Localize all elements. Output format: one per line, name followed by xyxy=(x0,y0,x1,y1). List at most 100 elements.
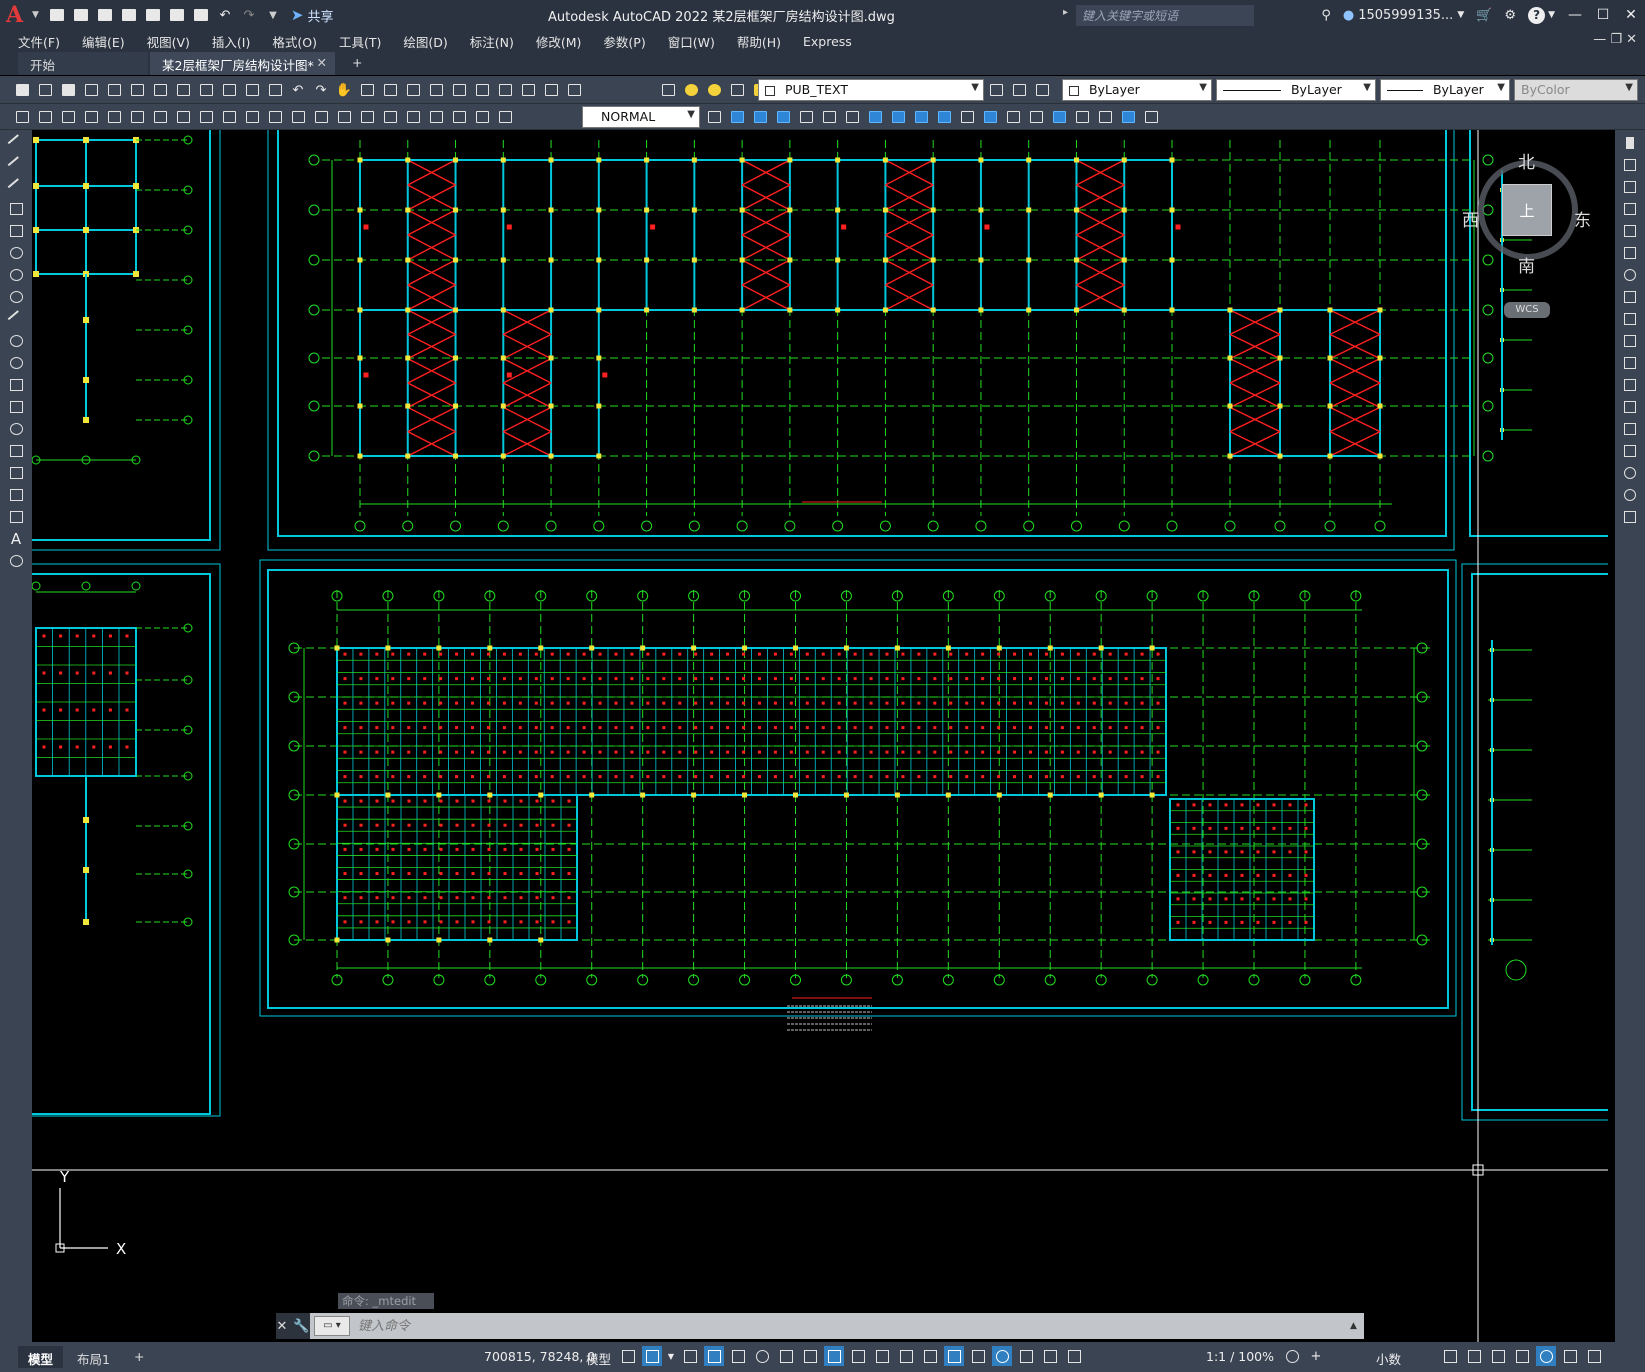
design-center-icon[interactable] xyxy=(449,80,469,100)
snap-caret-icon[interactable]: ▼ xyxy=(666,1346,676,1366)
rectangle-icon[interactable] xyxy=(6,222,26,240)
redo-tb-icon[interactable]: ↷ xyxy=(311,80,331,100)
calculator-icon[interactable] xyxy=(541,80,561,100)
model-space-toggle[interactable]: 模型 xyxy=(586,1349,611,1368)
tab-layout1[interactable]: 布局1 xyxy=(67,1346,120,1368)
search-input[interactable]: 键入关键字或短语 xyxy=(1076,5,1254,26)
menu-draw[interactable]: 绘图(D) xyxy=(403,32,447,51)
tab-model[interactable]: 模型 xyxy=(18,1346,64,1368)
tab-document[interactable]: 某2层框架厂房结构设计图* ✕ xyxy=(150,52,335,75)
undo-tb-icon[interactable]: ↶ xyxy=(288,80,308,100)
rotate-icon[interactable] xyxy=(819,107,839,127)
print-icon[interactable] xyxy=(191,6,211,24)
dim-break-icon[interactable] xyxy=(334,107,354,127)
command-grip[interactable]: ✕ 🔧 xyxy=(276,1313,310,1339)
viewcube[interactable]: 上 北 南 西 东 WCS xyxy=(1462,148,1591,318)
dim-arc-icon[interactable] xyxy=(104,107,124,127)
search-expand-icon[interactable]: ▸ xyxy=(1063,7,1068,18)
join-icon[interactable] xyxy=(980,107,1000,127)
explode-icon[interactable] xyxy=(1072,107,1092,127)
hatch-icon[interactable] xyxy=(6,442,26,460)
make-current-icon[interactable] xyxy=(986,80,1006,100)
zoom-window-icon[interactable] xyxy=(380,80,400,100)
dim-style-icon[interactable] xyxy=(704,107,724,127)
dim-baseline-icon[interactable] xyxy=(265,107,285,127)
close-icon[interactable]: ✕ xyxy=(1617,7,1645,23)
explode-modify-icon[interactable] xyxy=(1621,508,1639,526)
zoom-realtime-icon[interactable] xyxy=(357,80,377,100)
jogged-linear-icon[interactable] xyxy=(426,107,446,127)
layer-states-icon[interactable] xyxy=(1032,80,1052,100)
tool-palettes-icon[interactable] xyxy=(472,80,492,100)
redo-icon[interactable]: ↷ xyxy=(239,6,259,24)
new-tab-button[interactable]: + xyxy=(340,52,374,75)
open-web-icon[interactable] xyxy=(143,6,163,24)
mirror-modify-icon[interactable] xyxy=(1621,178,1639,196)
app-menu-caret-icon[interactable]: ▼ xyxy=(32,10,39,20)
multiline-text-icon[interactable]: A xyxy=(6,530,26,548)
scale-modify-icon[interactable] xyxy=(1621,288,1639,306)
arc-icon[interactable] xyxy=(6,244,26,262)
isodraft-icon[interactable] xyxy=(776,1346,796,1366)
construction-line-icon[interactable] xyxy=(6,156,26,174)
polygon-icon[interactable] xyxy=(6,200,26,218)
break-at-point-icon[interactable] xyxy=(1621,376,1639,394)
layer-select[interactable]: PUB_TEXT ▼ xyxy=(758,79,984,101)
fullscreen-icon[interactable] xyxy=(1560,1346,1580,1366)
ortho-icon[interactable] xyxy=(728,1346,748,1366)
stretch-icon[interactable] xyxy=(865,107,885,127)
customize-command-icon[interactable]: 🔧 xyxy=(293,1319,309,1334)
fillet-modify-icon[interactable] xyxy=(1621,464,1639,482)
copy-modify-icon[interactable] xyxy=(1621,156,1639,174)
save-web-icon[interactable] xyxy=(167,6,187,24)
chamfer-icon[interactable] xyxy=(1003,107,1023,127)
line-icon[interactable] xyxy=(6,134,26,152)
mtext-icon[interactable] xyxy=(35,107,55,127)
plot-icon[interactable] xyxy=(81,80,101,100)
trim-icon[interactable] xyxy=(911,107,931,127)
menu-tools[interactable]: 工具(T) xyxy=(339,32,381,51)
compass-north[interactable]: 北 xyxy=(1518,148,1535,173)
publish-icon[interactable] xyxy=(127,80,147,100)
infer-constraints-icon[interactable] xyxy=(680,1346,700,1366)
break-icon[interactable] xyxy=(957,107,977,127)
cut-icon[interactable] xyxy=(173,80,193,100)
gizmo-icon[interactable] xyxy=(992,1346,1012,1366)
zoom-previous-icon[interactable] xyxy=(403,80,423,100)
tab-start[interactable]: 开始 xyxy=(18,52,148,75)
dim-angular-icon[interactable] xyxy=(219,107,239,127)
gradient-icon[interactable] xyxy=(6,464,26,482)
array-icon[interactable] xyxy=(1621,222,1639,240)
object-snap-icon[interactable] xyxy=(824,1346,844,1366)
polyline-icon[interactable] xyxy=(6,178,26,196)
annotation-monitor-icon[interactable]: + xyxy=(1306,1346,1326,1366)
menu-dimension[interactable]: 标注(N) xyxy=(470,32,514,51)
insert-block-icon[interactable] xyxy=(6,376,26,394)
match-prop-icon[interactable] xyxy=(242,80,262,100)
region-icon[interactable] xyxy=(6,486,26,504)
command-input[interactable] xyxy=(350,1315,1350,1337)
color-select[interactable]: ByLayer ▼ xyxy=(1062,79,1212,101)
compass-east[interactable]: 东 xyxy=(1574,206,1591,231)
transparency-icon[interactable] xyxy=(872,1346,892,1366)
graphics-performance-icon[interactable] xyxy=(1512,1346,1532,1366)
close-tab-icon[interactable]: ✕ xyxy=(317,55,327,70)
blend-icon[interactable] xyxy=(1049,107,1069,127)
revcloud-icon[interactable] xyxy=(6,288,26,306)
inspect-icon[interactable] xyxy=(403,107,423,127)
cart-icon[interactable]: 🛒 xyxy=(1476,8,1492,23)
paste-icon[interactable] xyxy=(219,80,239,100)
lengthen-icon[interactable] xyxy=(888,107,908,127)
dim-continue-icon[interactable] xyxy=(288,107,308,127)
layer-properties-icon[interactable] xyxy=(658,80,678,100)
circle-icon[interactable] xyxy=(6,266,26,284)
grid-icon[interactable] xyxy=(618,1346,638,1366)
dim-radius-icon[interactable] xyxy=(150,107,170,127)
isolate-objects-icon[interactable] xyxy=(1488,1346,1508,1366)
rotate-modify-icon[interactable] xyxy=(1621,266,1639,284)
stretch-modify-icon[interactable] xyxy=(1621,310,1639,328)
quick-properties-icon[interactable] xyxy=(1440,1346,1460,1366)
draworder-front-icon[interactable] xyxy=(727,107,747,127)
menu-format[interactable]: 格式(O) xyxy=(272,32,317,51)
dim-edit-icon[interactable] xyxy=(449,107,469,127)
